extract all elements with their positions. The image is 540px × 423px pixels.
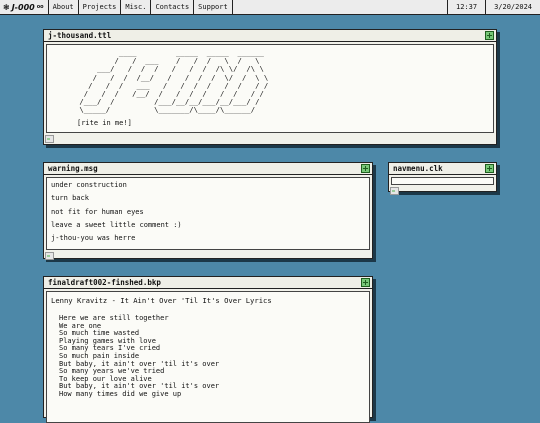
broken-image-icon	[390, 187, 399, 195]
warning-line: under construction	[51, 181, 127, 189]
clock-time: 12:37	[446, 0, 485, 14]
window-titlebar[interactable]: navmenu.clk	[389, 163, 496, 175]
window-titlebar[interactable]: finaldraft002-finshed.bkp	[44, 277, 372, 289]
menu-item-support[interactable]: Support	[194, 0, 233, 14]
menu-spacer	[233, 0, 447, 14]
window-close-icon[interactable]	[485, 164, 494, 173]
window-thousand: j-thousand.ttl ____ _____ _____ ______ /…	[43, 29, 497, 145]
window-close-icon[interactable]	[361, 278, 370, 287]
window-content: under construction turn back not fit for…	[46, 177, 370, 250]
song-title: Lenny Kravitz - It Ain't Over 'Til It's …	[51, 296, 272, 305]
warning-line: not fit for human eyes	[51, 207, 144, 216]
window-content: ____ _____ _____ ______ / / ___ / / / \ …	[46, 44, 494, 133]
ascii-logo-art: ____ _____ _____ ______ / / ___ / / / \ …	[79, 48, 269, 115]
menu-item-about[interactable]: About	[49, 0, 79, 14]
broken-image-icon	[45, 252, 54, 260]
site-logo[interactable]: ❃ J-000 oo	[0, 0, 49, 14]
window-finaldraft: finaldraft002-finshed.bkp Lenny Kravitz …	[43, 276, 373, 423]
window-titlebar[interactable]: warning.msg	[44, 163, 372, 175]
menu-item-projects[interactable]: Projects	[79, 0, 122, 14]
lyric-line: Here we are still together	[59, 314, 169, 322]
broken-image-icon	[45, 135, 54, 143]
window-title: finaldraft002-finshed.bkp	[48, 278, 161, 287]
logo-superscript: oo	[36, 4, 44, 10]
lyric-line: How many times did we give up	[59, 389, 182, 398]
window-navmenu: navmenu.clk	[388, 162, 497, 195]
menu-item-misc[interactable]: Misc.	[121, 0, 152, 14]
window-title: navmenu.clk	[393, 164, 443, 173]
menu-bar: ❃ J-000 oo About Projects Misc. Contacts …	[0, 0, 540, 15]
clock-date: 3/20/2024	[485, 0, 540, 14]
write-in-me-link[interactable]: [rite in me!]	[77, 119, 493, 127]
window-title: j-thousand.ttl	[48, 31, 112, 40]
logo-flower-icon: ❃	[3, 2, 10, 12]
warning-line: turn back	[51, 194, 89, 203]
window-titlebar[interactable]: j-thousand.ttl	[44, 30, 496, 42]
window-warning: warning.msg under construction turn back…	[43, 162, 373, 260]
window-close-icon[interactable]	[361, 164, 370, 173]
window-close-icon[interactable]	[485, 31, 494, 40]
window-content	[391, 177, 494, 185]
warning-line: leave a sweet little comment :)	[51, 220, 182, 229]
warning-line: j-thou-you was herre	[51, 234, 136, 243]
menu-item-contacts[interactable]: Contacts	[151, 0, 195, 14]
window-content: Lenny Kravitz - It Ain't Over 'Til It's …	[46, 291, 370, 423]
logo-text: J-000	[11, 2, 35, 12]
window-title: warning.msg	[48, 164, 98, 173]
